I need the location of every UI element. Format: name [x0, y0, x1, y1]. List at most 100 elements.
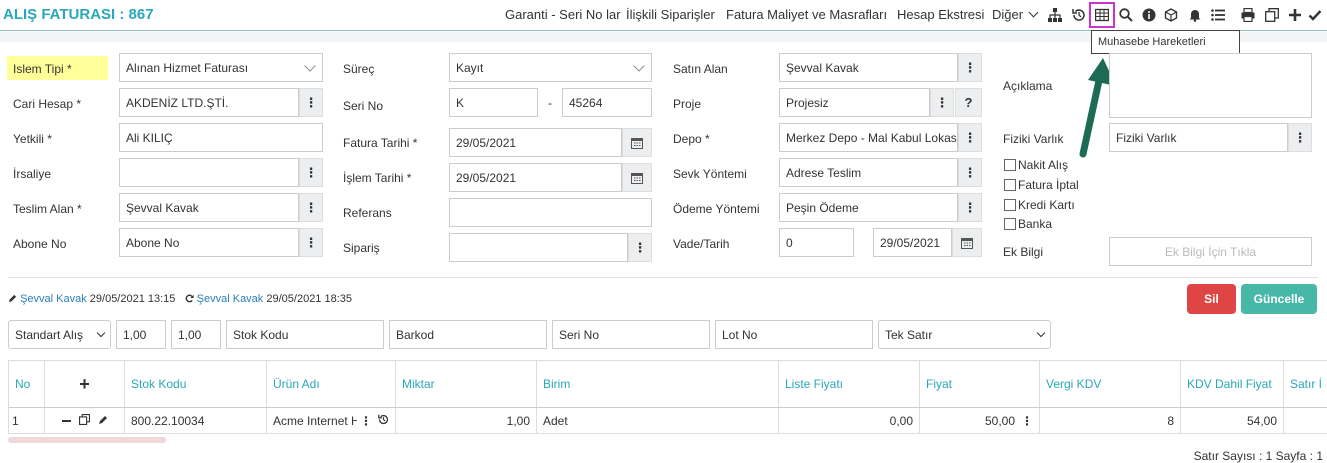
- odeme-yontemi-input[interactable]: Peşin Ödeme: [779, 193, 958, 222]
- edit-pencil-icon[interactable]: [98, 414, 108, 428]
- qty2-input[interactable]: 1,00: [171, 320, 221, 349]
- irsaliye-input[interactable]: [119, 158, 299, 187]
- col-header-miktar[interactable]: Miktar: [396, 361, 537, 407]
- table-icon[interactable]: [1093, 6, 1111, 24]
- add-row-plus-icon[interactable]: +: [45, 361, 125, 407]
- qty1-input[interactable]: 1,00: [116, 320, 166, 349]
- satin-alan-menu-icon[interactable]: ⋮: [958, 53, 982, 82]
- stock-code-input[interactable]: Stok Kodu: [226, 320, 384, 349]
- col-header-urun-adi[interactable]: Ürün Adı: [267, 361, 396, 407]
- urun-menu-icon[interactable]: ⋮: [360, 414, 372, 428]
- fatura-tarihi-input[interactable]: 29/05/2021: [449, 128, 622, 157]
- print-icon[interactable]: [1239, 6, 1257, 24]
- teslim-alan-menu-icon[interactable]: ⋮: [299, 193, 323, 222]
- chevron-down-icon: [1036, 328, 1046, 338]
- teslim-alan-input[interactable]: Şevval Kavak: [119, 193, 299, 222]
- row-mode-select[interactable]: Tek Satır: [878, 320, 1051, 349]
- plus-icon[interactable]: [1286, 6, 1304, 24]
- fiyat-menu-icon[interactable]: ⋮: [1021, 414, 1033, 428]
- cell-kdv-dahil: 54,00: [1181, 408, 1284, 434]
- cari-hesap-input[interactable]: AKDENİZ LTD.ŞTİ.: [119, 88, 299, 117]
- updated-by-link[interactable]: Şevval Kavak: [197, 293, 264, 305]
- col-header-vergi-kdv[interactable]: Vergi KDV: [1040, 361, 1181, 407]
- siparis-menu-icon[interactable]: ⋮: [628, 233, 652, 262]
- list-icon[interactable]: [1209, 6, 1227, 24]
- bell-icon[interactable]: [1186, 6, 1204, 24]
- col-header-kdv-dahil[interactable]: KDV Dahil Fiyat: [1181, 361, 1284, 407]
- menu-garanti-seri-no[interactable]: Garanti - Seri No lar: [505, 7, 621, 22]
- siparis-input[interactable]: [449, 233, 628, 262]
- teslim-alan-label: Teslim Alan *: [13, 202, 82, 216]
- delete-button[interactable]: Sil: [1187, 284, 1236, 314]
- banka-checkbox[interactable]: [1004, 218, 1016, 230]
- col-header-satir[interactable]: Satır İ: [1284, 361, 1327, 407]
- cube-icon[interactable]: [1162, 6, 1180, 24]
- menu-hesap-ekstresi[interactable]: Hesap Ekstresi: [897, 7, 984, 22]
- fiziki-varlik-menu-icon[interactable]: ⋮: [1288, 123, 1312, 152]
- created-by-link[interactable]: Şevval Kavak: [20, 293, 87, 305]
- fiziki-varlik-input[interactable]: Fiziki Varlık: [1109, 123, 1288, 152]
- col-header-stok-kodu[interactable]: Stok Kodu: [125, 361, 267, 407]
- copy-row-icon[interactable]: [78, 414, 90, 428]
- seri-no-prefix-input[interactable]: K: [449, 88, 538, 117]
- hierarchy-icon[interactable]: [1046, 6, 1064, 24]
- question-icon[interactable]: ?: [955, 88, 982, 117]
- seri-no-number-input[interactable]: 45264: [562, 88, 652, 117]
- update-button[interactable]: Güncelle: [1241, 284, 1317, 314]
- depo-input[interactable]: Merkez Depo - Mal Kabul Lokas: [779, 123, 958, 152]
- depo-menu-icon[interactable]: ⋮: [958, 123, 982, 152]
- abone-no-input[interactable]: Abone No: [119, 228, 299, 257]
- menu-diger[interactable]: Diğer: [992, 7, 1039, 22]
- history-icon[interactable]: [378, 414, 389, 428]
- calendar-icon[interactable]: [952, 228, 982, 257]
- proje-input[interactable]: Projesiz: [779, 88, 930, 117]
- referans-input[interactable]: [449, 198, 652, 227]
- col-header-birim[interactable]: Birim: [537, 361, 779, 407]
- barcode-input[interactable]: Barkod: [389, 320, 547, 349]
- serial-no-input[interactable]: Seri No: [552, 320, 710, 349]
- minus-icon[interactable]: [61, 419, 71, 423]
- col-header-liste-fiyati[interactable]: Liste Fiyatı: [779, 361, 920, 407]
- sevk-yontemi-input[interactable]: Adrese Teslim: [779, 158, 958, 187]
- irsaliye-menu-icon[interactable]: ⋮: [299, 158, 323, 187]
- sevk-yontemi-menu-icon[interactable]: ⋮: [958, 158, 982, 187]
- info-icon[interactable]: [1140, 6, 1158, 24]
- nakit-alis-checkbox[interactable]: [1004, 159, 1016, 171]
- satin-alan-label: Satın Alan: [673, 62, 728, 76]
- aciklama-textarea[interactable]: [1109, 53, 1312, 118]
- price-type-select[interactable]: Standart Alış: [8, 320, 111, 349]
- fatura-iptal-label: Fatura İptal: [1018, 178, 1079, 192]
- calendar-icon[interactable]: [622, 163, 652, 192]
- menu-fatura-maliyet[interactable]: Fatura Maliyet ve Masrafları: [726, 7, 887, 22]
- cell-vergi-kdv: 8: [1040, 408, 1181, 434]
- cell-birim: Adet: [537, 408, 779, 434]
- check-icon[interactable]: [1306, 6, 1324, 24]
- kredi-karti-checkbox[interactable]: [1004, 199, 1016, 211]
- vade-days-input[interactable]: 0: [779, 228, 854, 257]
- abone-no-menu-icon[interactable]: ⋮: [299, 228, 323, 257]
- lot-no-input[interactable]: Lot No: [715, 320, 873, 349]
- vade-date-input[interactable]: 29/05/2021: [873, 228, 952, 257]
- abone-no-label: Abone No: [13, 237, 67, 251]
- islem-tarihi-input[interactable]: 29/05/2021: [449, 163, 622, 192]
- satin-alan-input[interactable]: Şevval Kavak: [779, 53, 958, 82]
- col-header-fiyat[interactable]: Fiyat: [920, 361, 1040, 407]
- calendar-icon[interactable]: [622, 128, 652, 157]
- fatura-iptal-checkbox[interactable]: [1004, 179, 1016, 191]
- proje-menu-icon[interactable]: ⋮: [930, 88, 954, 117]
- chevron-down-icon: [96, 328, 106, 338]
- ek-bilgi-button[interactable]: Ek Bilgi İçin Tıkla: [1109, 237, 1312, 266]
- menu-iliskili-siparisler[interactable]: İlişkili Siparişler: [626, 7, 715, 22]
- surec-select[interactable]: Kayıt: [449, 53, 652, 82]
- islem-tipi-select[interactable]: Alınan Hizmet Faturası: [119, 53, 323, 82]
- search-icon[interactable]: [1117, 6, 1135, 24]
- yetkili-input[interactable]: Ali KILIÇ: [119, 123, 323, 152]
- cari-hesap-menu-icon[interactable]: ⋮: [299, 88, 323, 117]
- fiziki-varlik-label: Fiziki Varlık: [1003, 132, 1064, 146]
- col-header-no[interactable]: No: [9, 361, 45, 407]
- copy-icon[interactable]: [1263, 6, 1281, 24]
- horizontal-scrollbar[interactable]: [8, 437, 166, 443]
- cell-urun-adi: Acme Internet H ⋮: [267, 408, 396, 434]
- history-icon[interactable]: [1070, 6, 1088, 24]
- odeme-yontemi-menu-icon[interactable]: ⋮: [958, 193, 982, 222]
